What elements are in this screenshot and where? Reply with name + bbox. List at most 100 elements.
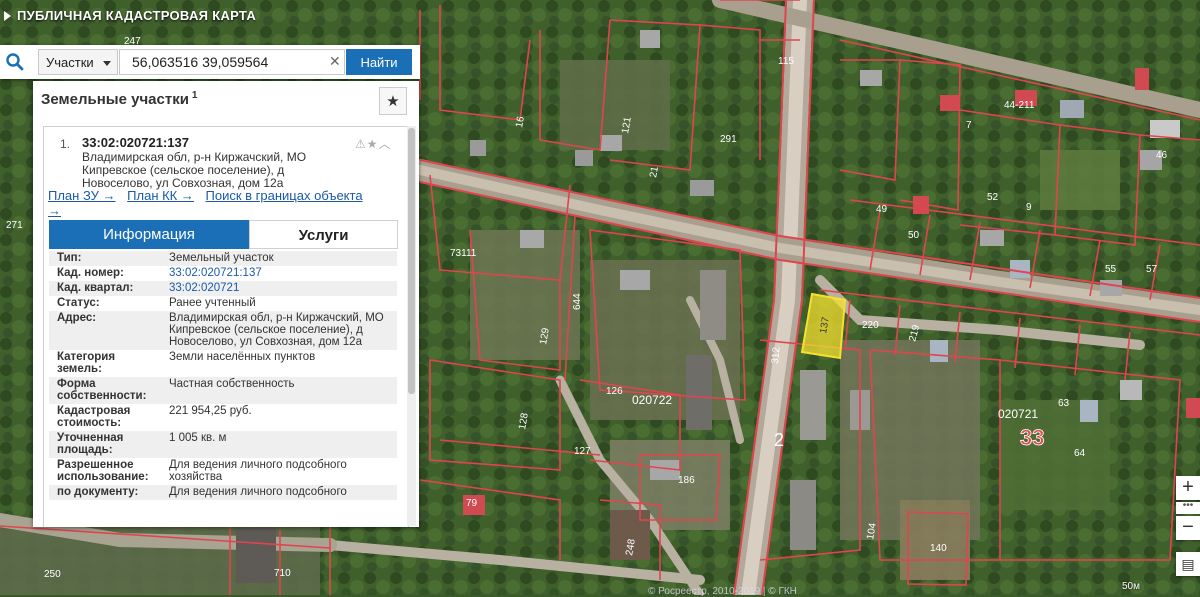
info-key: Кад. квартал: bbox=[49, 281, 161, 296]
info-key: по документу: bbox=[49, 485, 161, 500]
map-label: 44-211 bbox=[1004, 100, 1035, 111]
panel-title-text: Земельные участки bbox=[41, 91, 189, 108]
map-label: 220 bbox=[862, 320, 879, 331]
info-value: Частная собственность bbox=[161, 377, 397, 404]
map-label: 63 bbox=[1058, 398, 1070, 409]
info-key: Уточненная площадь: bbox=[49, 431, 161, 458]
chevron-up-icon[interactable]: ︿ bbox=[379, 137, 392, 151]
info-row: Кад. квартал: 33:02:020721 bbox=[49, 281, 397, 296]
panel-title: Земельные участки 1 bbox=[41, 90, 197, 108]
info-key: Форма собственности: bbox=[49, 377, 161, 404]
result-cad-number[interactable]: 33:02:020721:137 bbox=[82, 135, 189, 150]
info-value: Для ведения личного подсобного bbox=[161, 485, 397, 500]
map-label: 644 bbox=[572, 293, 583, 310]
map-label: 126 bbox=[606, 386, 623, 397]
map-label: 57 bbox=[1146, 264, 1158, 275]
map-label: 291 bbox=[720, 134, 737, 145]
map-label: 115 bbox=[778, 56, 794, 67]
map-label: 2 bbox=[774, 430, 784, 450]
map-label: 33 bbox=[1020, 425, 1044, 450]
star-icon: ★ bbox=[386, 93, 400, 110]
map-label: 49 bbox=[876, 204, 888, 215]
info-row: Статус: Ранее учтенный bbox=[49, 296, 397, 311]
tab-services[interactable]: Услуги bbox=[249, 220, 398, 249]
map-label: 312 bbox=[770, 346, 782, 364]
info-value: 221 954,25 руб. bbox=[169, 405, 252, 417]
info-row: по документу: Для ведения личного подсобн… bbox=[49, 485, 397, 500]
map-label: 020721 bbox=[998, 407, 1038, 421]
map-label: 710 bbox=[274, 568, 291, 579]
panel-scrollbar[interactable] bbox=[407, 126, 416, 526]
info-row: Кад. номер: 33:02:020721:137 bbox=[49, 266, 397, 281]
favorite-button[interactable]: ★ bbox=[379, 87, 407, 115]
map-copyright: © Росреестр, 2010-2019 | © ГКН bbox=[648, 586, 797, 597]
info-row: Разрешенное использование: Для ведения ли… bbox=[49, 458, 397, 485]
map-label: 55 bbox=[1105, 264, 1117, 275]
info-key: Категория земель: bbox=[57, 351, 116, 375]
zoom-slider[interactable]: ••• bbox=[1176, 501, 1200, 514]
info-row: Категория земель: Земли населённых пункто… bbox=[49, 350, 397, 377]
results-panel: Земельные участки 1 ★ 1. 33:02:020721:137… bbox=[33, 81, 419, 527]
map-label: 186 bbox=[678, 475, 695, 486]
result-address: Владимирская обл, р-н Киржачский, МО Кип… bbox=[82, 150, 307, 190]
result-tools: ⚠★︿ bbox=[355, 135, 392, 152]
search-bar: Участки ✕ Найти bbox=[0, 45, 420, 79]
info-key: Статус: bbox=[57, 297, 100, 309]
app-title-text: ПУБЛИЧНАЯ КАДАСТРОВАЯ КАРТА bbox=[17, 8, 257, 23]
info-table: Тип: Земельный участок Кад. номер: 33:02:0… bbox=[49, 251, 397, 500]
chevron-down-icon bbox=[103, 61, 111, 66]
info-row: Форма собственности: Частная собственност… bbox=[49, 377, 397, 404]
search-icon[interactable] bbox=[5, 52, 25, 72]
info-key: Тип: bbox=[49, 251, 161, 266]
search-type-select[interactable]: Участки bbox=[38, 49, 118, 75]
info-row: Кадастровая стоимость: 221 954,25 руб. bbox=[49, 404, 397, 431]
map-label: 127 bbox=[574, 446, 591, 457]
result-list[interactable]: 1. 33:02:020721:137 ⚠★︿ Владимирская обл… bbox=[43, 126, 409, 527]
map-label: 79 bbox=[466, 498, 478, 509]
result-links: План ЗУ → План КК → Поиск в границах объ… bbox=[48, 188, 378, 218]
map-label: 52 bbox=[987, 192, 999, 203]
map-label: 46 bbox=[1156, 150, 1168, 161]
map-label: 020722 bbox=[632, 393, 672, 407]
tab-information[interactable]: Информация bbox=[49, 220, 249, 249]
info-value: 1 005 кв. м bbox=[161, 431, 397, 458]
layers-button[interactable]: ▤ bbox=[1176, 552, 1200, 576]
info-value: Земли населённых пунктов bbox=[169, 351, 316, 363]
map-label: 271 bbox=[6, 220, 23, 231]
zoom-in-button[interactable]: + bbox=[1176, 476, 1200, 500]
map-label: 73111 bbox=[450, 248, 477, 259]
info-value: Для ведения личного подсобного хозяйства bbox=[169, 459, 347, 483]
star-outline-icon[interactable]: ★ bbox=[367, 137, 379, 151]
search-type-label: Участки bbox=[46, 55, 94, 70]
result-index: 1. bbox=[60, 137, 71, 151]
layers-icon: ▤ bbox=[1181, 556, 1195, 572]
info-row: Адрес: Владимирская обл, р-н Киржачский, … bbox=[49, 311, 397, 350]
info-row: Тип: Земельный участок bbox=[49, 251, 397, 266]
info-key: Кадастровая стоимость: bbox=[57, 405, 131, 429]
warning-icon[interactable]: ⚠ bbox=[355, 137, 367, 151]
coordinates-input[interactable] bbox=[119, 49, 345, 75]
zoom-out-button[interactable]: − bbox=[1176, 516, 1200, 540]
map-label: 9 bbox=[1026, 202, 1032, 213]
info-key: Кад. номер: bbox=[57, 267, 124, 279]
clear-icon[interactable]: ✕ bbox=[329, 53, 341, 70]
info-value: Владимирская обл, р-н Киржачский, МО Кип… bbox=[161, 311, 397, 350]
info-row: Уточненная площадь: 1 005 кв. м bbox=[49, 431, 397, 458]
info-value: Земельный участок bbox=[161, 251, 397, 266]
link-plan-zu[interactable]: План ЗУ → bbox=[48, 188, 116, 203]
info-value-link[interactable]: 33:02:020721:137 bbox=[161, 266, 397, 281]
map-label: 64 bbox=[1074, 448, 1086, 459]
app-title: ПУБЛИЧНАЯ КАДАСТРОВАЯ КАРТА bbox=[0, 8, 256, 23]
map-label: 140 bbox=[930, 543, 947, 554]
map-label: 250 bbox=[44, 569, 61, 580]
info-key: Разрешенное использование: bbox=[57, 459, 149, 483]
panel-title-count: 1 bbox=[191, 90, 198, 101]
map-scale: 50м bbox=[1122, 581, 1140, 592]
map-label: 7 bbox=[966, 120, 972, 131]
find-button[interactable]: Найти bbox=[346, 49, 412, 75]
link-plan-kk[interactable]: План КК → bbox=[127, 188, 194, 203]
scroll-thumb[interactable] bbox=[408, 128, 415, 394]
map-label: 50 bbox=[908, 230, 920, 241]
info-value-link[interactable]: 33:02:020721 bbox=[161, 281, 397, 296]
info-value: Ранее учтенный bbox=[169, 297, 256, 309]
